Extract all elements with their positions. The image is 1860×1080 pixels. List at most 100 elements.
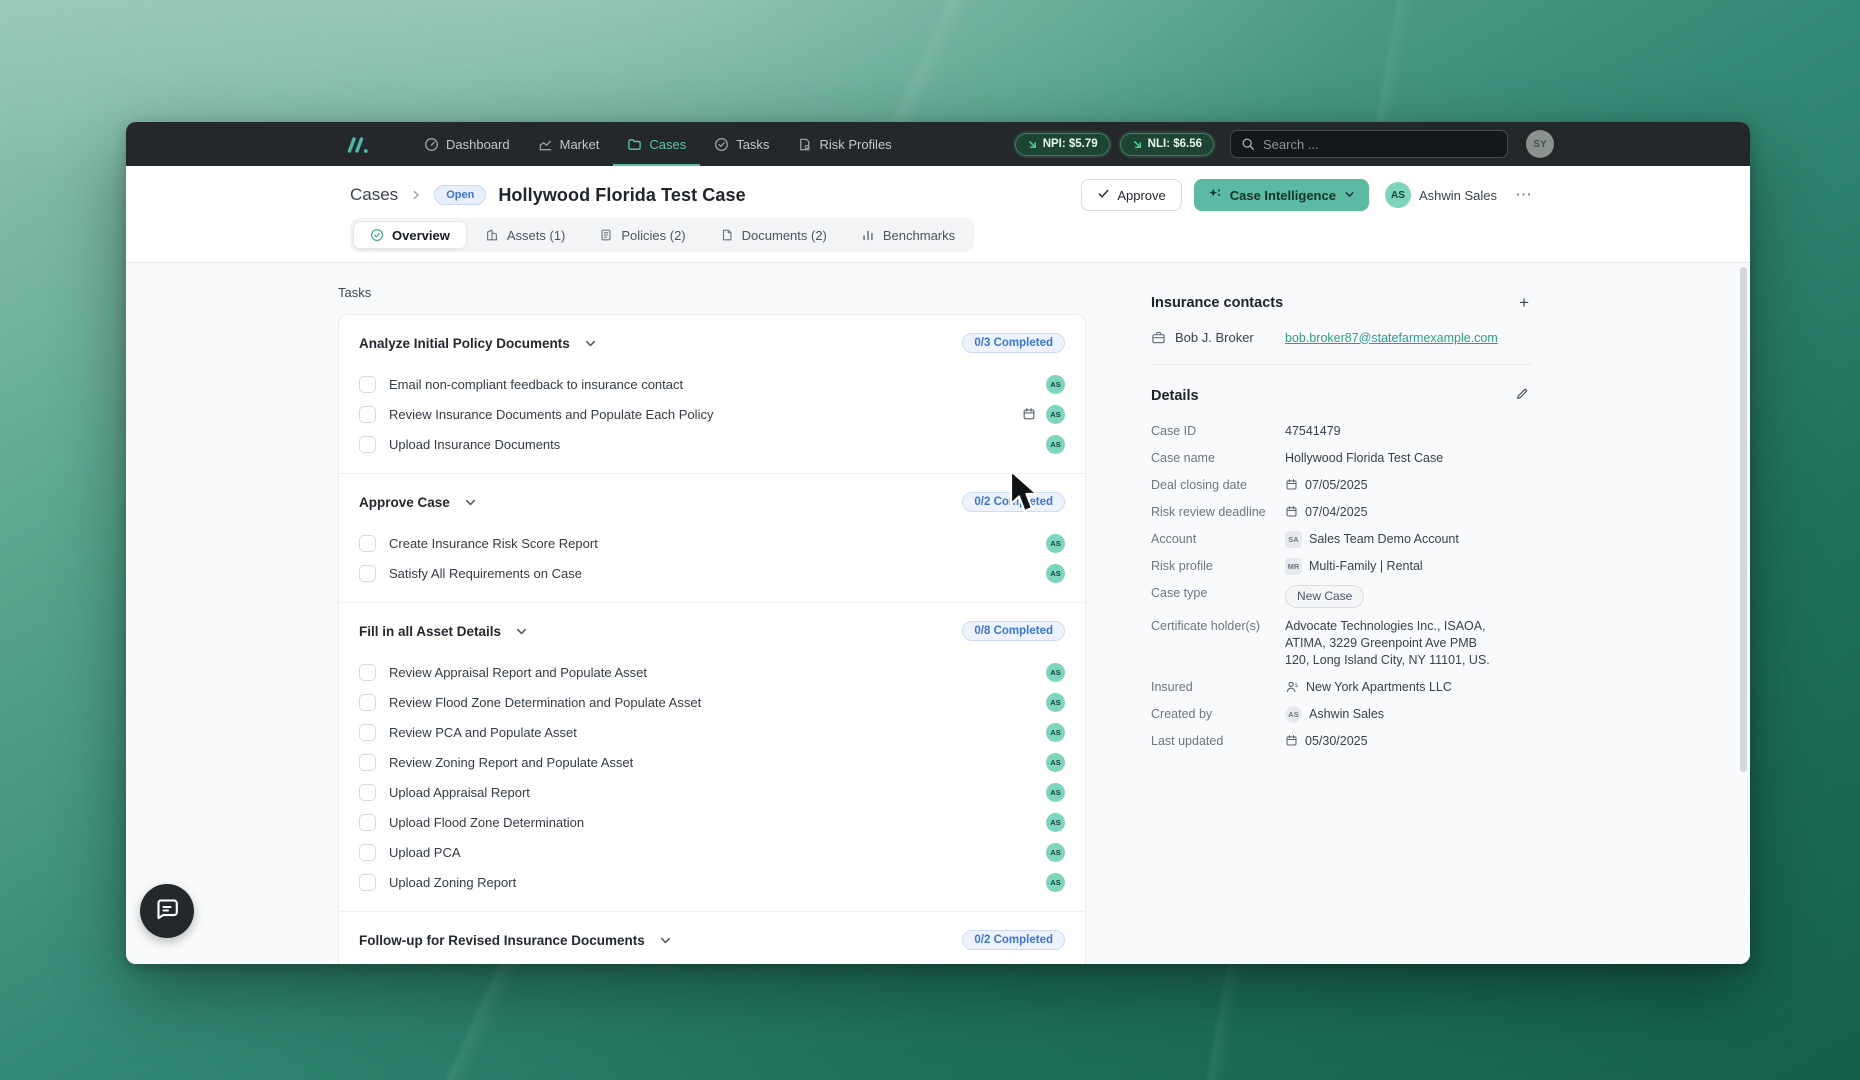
npi-badge[interactable]: NPI: $5.79 [1014, 132, 1110, 156]
task-checkbox[interactable] [359, 405, 376, 423]
nav-item-label: Cases [649, 136, 687, 152]
more-options-button[interactable]: ⋯ [1509, 183, 1538, 207]
detail-label: Last updated [1151, 734, 1224, 748]
chat-widget-button[interactable] [140, 884, 194, 938]
task-checkbox[interactable] [359, 375, 376, 393]
assignee-avatar[interactable]: AS [1046, 434, 1065, 454]
assignee-avatar[interactable]: AS [1046, 752, 1065, 772]
insurance-contacts-header: Insurance contacts + [1151, 293, 1531, 313]
detail-value: 07/05/2025 [1285, 477, 1368, 494]
tab-overview[interactable]: Overview [353, 221, 467, 249]
task-label[interactable]: Create Insurance Risk Score Report [389, 536, 598, 551]
task-checkbox[interactable] [359, 783, 376, 801]
detail-row-certificate-holders: Certificate holder(s) Advocate Technolog… [1151, 618, 1531, 669]
nav-item-market[interactable]: Market [524, 122, 614, 166]
task-label[interactable]: Review Insurance Documents and Populate … [389, 407, 713, 422]
detail-label: Case name [1151, 451, 1215, 465]
task-checkbox[interactable] [359, 693, 376, 711]
assignee-avatar[interactable]: AS [1046, 404, 1065, 424]
tab-assets[interactable]: Assets (1) [469, 221, 582, 249]
task-checkbox[interactable] [359, 435, 376, 453]
breadcrumb-row: Cases Open Hollywood Florida Test Case A… [350, 178, 1538, 212]
task-checkbox[interactable] [359, 663, 376, 681]
task-row: Upload Zoning Report AS [359, 867, 1065, 897]
assignee-avatar[interactable]: AS [1046, 872, 1065, 892]
task-checkbox[interactable] [359, 753, 376, 771]
file-icon [720, 228, 734, 242]
task-checkbox[interactable] [359, 723, 376, 741]
task-label[interactable]: Satisfy All Requirements on Case [389, 566, 582, 581]
task-row: Email non-compliant feedback to insuranc… [359, 369, 1065, 399]
approve-button[interactable]: Approve [1081, 179, 1182, 211]
task-label[interactable]: Upload Flood Zone Determination [389, 815, 584, 830]
assignee-avatar[interactable]: AS [1046, 563, 1065, 583]
calendar-icon[interactable] [1022, 407, 1036, 421]
task-checkbox[interactable] [359, 843, 376, 861]
case-intelligence-button[interactable]: Case Intelligence [1193, 179, 1369, 211]
app-logo[interactable] [344, 134, 370, 155]
assignee-avatar[interactable]: AS [1046, 842, 1065, 862]
building-icon [485, 228, 499, 242]
nli-badge[interactable]: NLI: $6.56 [1119, 132, 1214, 156]
case-type-pill: New Case [1285, 585, 1365, 608]
assignee-avatar[interactable]: AS [1046, 812, 1065, 832]
nav-item-tasks[interactable]: Tasks [700, 122, 783, 166]
detail-label: Insured [1151, 680, 1193, 694]
nav-item-dashboard[interactable]: Dashboard [410, 122, 524, 166]
tab-label: Overview [392, 227, 450, 243]
check-circle-icon [714, 137, 729, 152]
assignee-avatar[interactable]: AS [1046, 782, 1065, 802]
task-label[interactable]: Review PCA and Populate Asset [389, 725, 577, 740]
detail-date: 07/04/2025 [1305, 505, 1368, 519]
nav-item-cases[interactable]: Cases [613, 122, 701, 166]
task-checkbox[interactable] [359, 534, 376, 552]
search-input[interactable] [1263, 136, 1497, 152]
chevron-down-icon[interactable] [584, 337, 597, 350]
task-checkbox[interactable] [359, 564, 376, 582]
breadcrumb-cases-link[interactable]: Cases [350, 185, 398, 205]
task-label[interactable]: Upload Zoning Report [389, 875, 516, 890]
task-label[interactable]: Upload PCA [389, 845, 461, 860]
assignee-avatar[interactable]: AS [1046, 692, 1065, 712]
task-label[interactable]: Review Zoning Report and Populate Asset [389, 755, 633, 770]
task-label[interactable]: Email non-compliant feedback to insuranc… [389, 377, 683, 392]
avatar: AS [1384, 182, 1411, 208]
edit-details-button[interactable] [1513, 386, 1531, 406]
nav-user-avatar[interactable]: SY [1526, 130, 1554, 158]
task-label[interactable]: Review Flood Zone Determination and Popu… [389, 695, 701, 710]
tab-documents[interactable]: Documents (2) [704, 221, 843, 249]
chevron-down-icon[interactable] [464, 496, 477, 509]
contact-email-link[interactable]: bob.broker87@statefarmexample.com [1285, 331, 1498, 345]
chevron-down-icon[interactable] [515, 625, 528, 638]
calendar-icon [1285, 505, 1298, 518]
vertical-scrollbar[interactable] [1740, 267, 1747, 772]
case-side-panel: Insurance contacts + Bob J. Broker bob.b… [1151, 293, 1531, 760]
chevron-down-icon[interactable] [659, 934, 672, 947]
logo-icon [347, 136, 368, 153]
task-label[interactable]: Review Appraisal Report and Populate Ass… [389, 665, 647, 680]
nav-item-risk-profiles[interactable]: Risk Profiles [783, 122, 905, 166]
tab-label: Benchmarks [882, 227, 956, 243]
search-box[interactable] [1230, 130, 1508, 158]
assignee-avatar[interactable]: AS [1046, 722, 1065, 742]
calendar-icon [1285, 734, 1298, 747]
task-label[interactable]: Upload Insurance Documents [389, 437, 560, 452]
task-row: Review Appraisal Report and Populate Ass… [359, 657, 1065, 687]
header-actions: Approve Case Intelligence AS Ashwin Sale… [1081, 179, 1538, 211]
task-checkbox[interactable] [359, 813, 376, 831]
task-label[interactable]: Upload Appraisal Report [389, 785, 530, 800]
assignee-chip[interactable]: AS Ashwin Sales [1384, 182, 1497, 208]
detail-value: 05/30/2025 [1285, 733, 1368, 750]
tab-benchmarks[interactable]: Benchmarks [845, 221, 971, 249]
contact-row: Bob J. Broker bob.broker87@statefarmexam… [1151, 330, 1531, 345]
assignee-avatar[interactable]: AS [1046, 374, 1065, 394]
assignee-avatar[interactable]: AS [1046, 533, 1065, 553]
add-contact-button[interactable]: + [1517, 293, 1531, 313]
task-checkbox[interactable] [359, 873, 376, 891]
assignee-avatar[interactable]: AS [1046, 662, 1065, 682]
task-group-title: Follow-up for Revised Insurance Document… [359, 932, 645, 948]
chart-line-icon [538, 137, 553, 152]
case-intelligence-label: Case Intelligence [1229, 187, 1336, 203]
tab-policies[interactable]: Policies (2) [583, 221, 701, 249]
insured-person-icon: $ [1285, 680, 1299, 694]
